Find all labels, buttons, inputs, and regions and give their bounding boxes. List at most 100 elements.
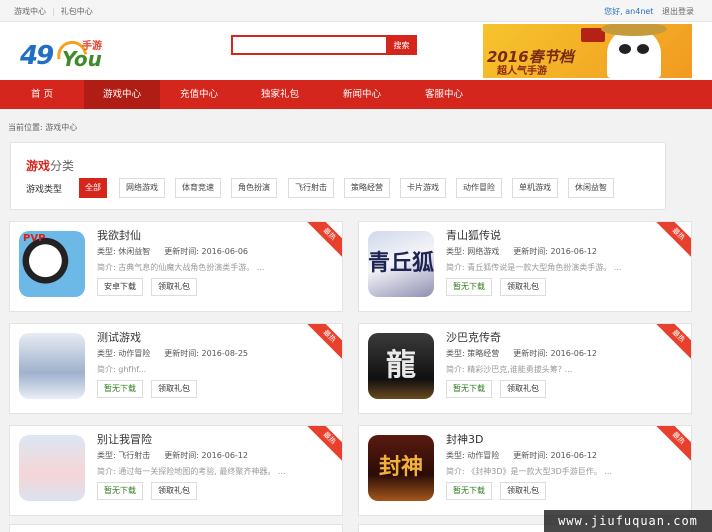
banner-line2: 超人气手游 — [497, 66, 547, 77]
panda-image — [601, 24, 667, 78]
download-button[interactable]: 暂无下载 — [97, 380, 143, 398]
hot-ribbon: 最热 — [302, 324, 342, 364]
chip-racing[interactable]: 体育竞速 — [175, 178, 221, 198]
game-update: 2016-06-12 — [201, 451, 249, 460]
game-update: 2016-06-06 — [201, 247, 249, 256]
greeting: 您好, — [604, 7, 623, 16]
game-icon[interactable]: 封神 — [368, 435, 434, 501]
download-button[interactable]: 暂无下载 — [446, 482, 492, 500]
game-intro: 简介: 古典气息的仙魔大战角色扮演类手游。 ... — [97, 263, 265, 272]
game-name[interactable]: 青山狐传说 — [446, 227, 501, 243]
hot-ribbon: 最热 — [651, 426, 691, 466]
search-box: 搜索 — [231, 35, 417, 55]
panda-eye — [619, 44, 631, 54]
type-label: 游戏类型 — [26, 185, 63, 195]
game-intro: 简介: 通过每一关探险地图的考验, 最终聚齐神器。 ... — [97, 467, 286, 476]
game-update: 2016-06-12 — [550, 247, 598, 256]
icon-label: 龍 — [386, 348, 416, 383]
chip-all[interactable]: 全部 — [79, 178, 107, 198]
gift-button[interactable]: 领取礼包 — [151, 482, 197, 500]
game-icon[interactable]: 龍 — [368, 333, 434, 399]
game-meta: 类型: 动作冒险 更新时间: 2016-08-25 — [97, 348, 248, 359]
nav-recharge[interactable]: 充值中心 — [160, 80, 238, 109]
game-card[interactable]: 测试游戏 类型: 动作冒险 更新时间: 2016-08-25 简介: ghfhf.… — [9, 323, 343, 414]
update-key: 更新时间: — [164, 349, 199, 358]
gift-button[interactable]: 领取礼包 — [151, 278, 197, 296]
site-logo[interactable]: 49 You 手游 — [20, 37, 130, 71]
header: 49 You 手游 搜索 2016春节档 超人气手游 — [0, 22, 712, 80]
game-name[interactable]: 沙巴克传奇 — [446, 329, 501, 345]
category-title-red: 游戏 — [26, 159, 51, 173]
chip-casual[interactable]: 休闲益智 — [568, 178, 614, 198]
download-button[interactable]: 安卓下载 — [97, 278, 143, 296]
hot-ribbon: 最热 — [302, 222, 342, 262]
game-icon[interactable]: 青丘狐 — [368, 231, 434, 297]
chip-action[interactable]: 动作冒险 — [456, 178, 502, 198]
update-key: 更新时间: — [164, 451, 199, 460]
separator: | — [52, 7, 55, 16]
link-game-center[interactable]: 游戏中心 — [14, 7, 46, 16]
download-button[interactable]: 暂无下载 — [446, 380, 492, 398]
game-type: 休闲益智 — [118, 247, 151, 256]
chip-card[interactable]: 卡片游戏 — [400, 178, 446, 198]
panda-eye — [637, 44, 649, 54]
game-update: 2016-06-12 — [550, 349, 598, 358]
promo-banner[interactable]: 2016春节档 超人气手游 — [483, 24, 692, 78]
game-card[interactable]: 别让我冒险 类型: 飞行射击 更新时间: 2016-06-12 简介: 通过每一关… — [9, 425, 343, 516]
download-button[interactable]: 暂无下载 — [446, 278, 492, 296]
game-name[interactable]: 我欲封仙 — [97, 227, 141, 243]
logo-number: 49 — [20, 41, 54, 71]
game-card[interactable]: 青丘狐 青山狐传说 类型: 网络游戏 更新时间: 2016-06-12 简介: 青… — [358, 221, 692, 312]
icon-label — [19, 333, 85, 399]
nav-game-center[interactable]: 游戏中心 — [84, 80, 160, 109]
game-name[interactable]: 别让我冒险 — [97, 431, 152, 447]
logout-link[interactable]: 退出登录 — [662, 7, 694, 16]
game-update: 2016-06-12 — [550, 451, 598, 460]
update-key: 更新时间: — [513, 349, 548, 358]
search-button[interactable]: 搜索 — [386, 35, 417, 55]
game-icon[interactable] — [19, 435, 85, 501]
gift-button[interactable]: 领取礼包 — [500, 278, 546, 296]
gift-button[interactable]: 领取礼包 — [500, 482, 546, 500]
icon-label — [19, 435, 85, 501]
nav-news[interactable]: 新闻中心 — [322, 80, 402, 109]
game-meta: 类型: 动作冒险 更新时间: 2016-06-12 — [446, 450, 597, 461]
type-key: 类型: — [97, 247, 116, 256]
game-icon[interactable] — [19, 333, 85, 399]
nav-gifts[interactable]: 独家礼包 — [238, 80, 322, 109]
user-area: 您好, an4net 退出登录 — [604, 6, 694, 17]
game-meta: 类型: 飞行射击 更新时间: 2016-06-12 — [97, 450, 248, 461]
game-card[interactable]: 龍 沙巴克传奇 类型: 策略经营 更新时间: 2016-06-12 简介: 精彩沙… — [358, 323, 692, 414]
gift-button[interactable]: 领取礼包 — [151, 380, 197, 398]
game-name[interactable]: 测试游戏 — [97, 329, 141, 345]
type-key: 类型: — [97, 451, 116, 460]
game-card-partial — [9, 524, 343, 532]
icon-label: 封神 — [378, 455, 423, 480]
watermark: www.jiufuquan.com — [544, 510, 712, 532]
game-name[interactable]: 封神3D — [446, 431, 483, 447]
username-link[interactable]: an4net — [625, 7, 653, 16]
chip-online[interactable]: 网络游戏 — [119, 178, 165, 198]
logo-suffix: 手游 — [82, 41, 102, 52]
nav-home[interactable]: 首 页 — [0, 80, 84, 109]
game-card[interactable]: PVP 我欲封仙 类型: 休闲益智 更新时间: 2016-06-06 简介: 古典… — [9, 221, 343, 312]
category-title-gray: 分类 — [50, 159, 75, 173]
chip-strategy[interactable]: 策略经营 — [344, 178, 390, 198]
update-key: 更新时间: — [164, 247, 199, 256]
search-input[interactable] — [231, 35, 386, 55]
download-button[interactable]: 暂无下载 — [97, 482, 143, 500]
game-meta: 类型: 休闲益智 更新时间: 2016-06-06 — [97, 246, 248, 257]
game-type: 动作冒险 — [118, 349, 151, 358]
chip-rpg[interactable]: 角色扮演 — [231, 178, 277, 198]
chip-shooter[interactable]: 飞行射击 — [288, 178, 334, 198]
nav-service[interactable]: 客服中心 — [402, 80, 486, 109]
game-update: 2016-08-25 — [201, 349, 249, 358]
game-icon[interactable]: PVP — [19, 231, 85, 297]
link-gift-center[interactable]: 礼包中心 — [61, 7, 93, 16]
game-type: 动作冒险 — [467, 451, 500, 460]
game-card[interactable]: 封神 封神3D 类型: 动作冒险 更新时间: 2016-06-12 简介: 《封神… — [358, 425, 692, 516]
category-panel: 游戏分类 游戏类型 全部 网络游戏 体育竞速 角色扮演 飞行射击 策略经营 卡片… — [10, 142, 666, 210]
gift-button[interactable]: 领取礼包 — [500, 380, 546, 398]
chip-single[interactable]: 单机游戏 — [512, 178, 558, 198]
type-key: 类型: — [446, 247, 465, 256]
